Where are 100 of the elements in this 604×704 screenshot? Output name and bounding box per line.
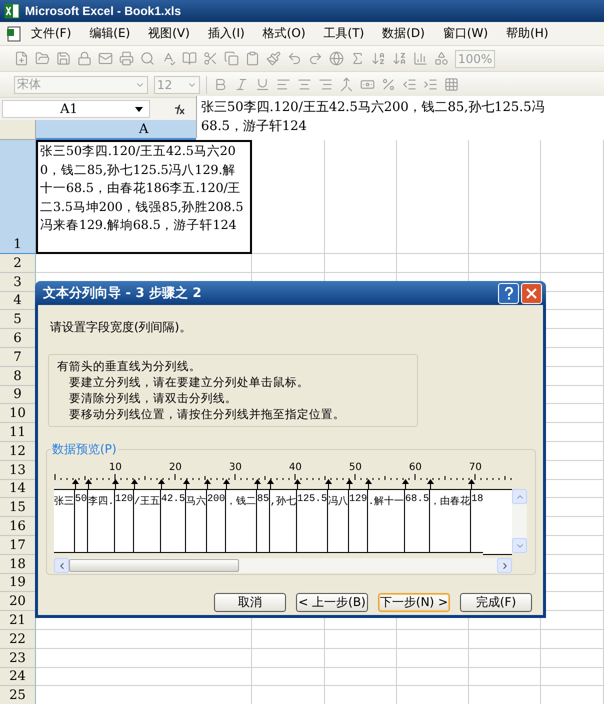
column-break-arrow-icon[interactable] — [267, 479, 274, 489]
column-break-arrow-icon[interactable] — [402, 479, 410, 489]
vertical-scrollbar[interactable] — [512, 489, 527, 553]
column-break-arrow-icon[interactable] — [427, 479, 434, 489]
scroll-right-button[interactable] — [497, 558, 512, 573]
copy-icon[interactable] — [224, 51, 239, 66]
scroll-thumb[interactable] — [69, 559, 239, 572]
empty-cell[interactable] — [397, 140, 469, 254]
column-break-arrow-icon[interactable] — [346, 479, 354, 489]
empty-cell[interactable] — [252, 630, 325, 649]
dialog-button[interactable]: 下一步(N) > — [378, 593, 450, 612]
row-header[interactable]: 17 — [0, 536, 36, 555]
column-break-arrow-icon[interactable] — [468, 479, 476, 489]
empty-cell[interactable] — [252, 648, 325, 668]
empty-cell[interactable] — [252, 140, 325, 254]
column-break-arrow-icon[interactable] — [112, 479, 120, 489]
empty-cell[interactable] — [325, 254, 397, 273]
empty-cell[interactable] — [252, 254, 325, 273]
row-header[interactable]: 11 — [0, 423, 36, 442]
clipboard-icon[interactable] — [245, 51, 260, 66]
row-header[interactable]: 20 — [0, 592, 36, 612]
row-header[interactable]: 10 — [0, 404, 36, 424]
empty-cell[interactable] — [325, 140, 397, 254]
menu-item[interactable]: 编辑(E) — [80, 23, 140, 44]
printer-icon[interactable] — [119, 51, 134, 66]
column-header[interactable]: A — [36, 120, 196, 140]
scroll-down-button[interactable] — [512, 538, 527, 553]
column-break-arrow-icon[interactable] — [294, 479, 302, 489]
globe-icon[interactable] — [329, 51, 344, 66]
dropdown-arrow-icon[interactable] — [135, 106, 143, 112]
row-header[interactable]: 13 — [0, 460, 36, 480]
borders-icon[interactable] — [444, 77, 459, 92]
empty-cell[interactable] — [469, 668, 541, 686]
empty-cell[interactable] — [541, 648, 604, 668]
italic-icon[interactable] — [234, 77, 249, 92]
row-header[interactable]: 3 — [0, 272, 36, 292]
spreadsheet-doc-icon[interactable] — [6, 26, 22, 42]
dialog-button[interactable]: 取消 — [214, 593, 286, 612]
empty-cell[interactable] — [325, 648, 397, 668]
row-header[interactable]: 23 — [0, 648, 36, 668]
name-box[interactable]: A1 — [2, 100, 150, 118]
column-break-arrow-icon[interactable] — [72, 479, 79, 489]
help-button[interactable] — [498, 282, 519, 304]
column-break-arrow-icon[interactable] — [158, 479, 166, 489]
row-header[interactable]: 21 — [0, 611, 36, 630]
menu-item[interactable]: 文件(F) — [22, 23, 80, 44]
menu-item[interactable]: 工具(T) — [314, 23, 374, 44]
select-all-corner[interactable] — [0, 120, 36, 140]
align-right-icon[interactable] — [318, 77, 333, 92]
row-header[interactable]: 14 — [0, 480, 36, 498]
empty-cell[interactable] — [397, 648, 469, 668]
column-break-arrow-icon[interactable] — [365, 479, 372, 489]
scroll-left-button[interactable] — [54, 558, 69, 573]
redo-icon[interactable] — [308, 51, 323, 66]
search-icon[interactable] — [140, 51, 155, 66]
menu-item[interactable]: 视图(V) — [139, 23, 199, 44]
column-break-arrow-icon[interactable] — [131, 479, 138, 489]
selected-cell[interactable]: 张三50李四.120/王五42.5马六200，钱二85,孙七125.5冯八129.解十一68.5，由春花186李五.120/王二3.5马坤200，钱强85,孙胜208.5冯来春129.解垧68.5，游子轩124 — [36, 140, 252, 254]
row-header[interactable]: 7 — [0, 348, 36, 367]
row-header[interactable]: 12 — [0, 442, 36, 461]
row-header[interactable]: 18 — [0, 554, 36, 574]
empty-cell[interactable] — [469, 140, 541, 254]
column-break-arrow-icon[interactable] — [223, 479, 230, 489]
menu-item[interactable]: 格式(O) — [254, 23, 315, 44]
row-header[interactable]: 16 — [0, 517, 36, 536]
outdent-icon[interactable] — [402, 77, 417, 92]
shapes-icon[interactable] — [434, 51, 449, 66]
merge-icon[interactable] — [339, 77, 354, 92]
scroll-up-button[interactable] — [512, 489, 527, 504]
row-header[interactable]: 6 — [0, 329, 36, 348]
undo-icon[interactable] — [287, 51, 302, 66]
row-header[interactable]: 25 — [0, 686, 36, 704]
row-header[interactable]: 5 — [0, 310, 36, 330]
row-header[interactable]: 22 — [0, 630, 36, 649]
dialog-button[interactable]: 完成(F) — [460, 593, 532, 612]
column-break-arrow-icon[interactable] — [254, 479, 262, 489]
lock-icon[interactable] — [77, 51, 92, 66]
cut-icon[interactable] — [203, 51, 218, 66]
new-file-icon[interactable] — [14, 51, 29, 66]
column-break-arrow-icon[interactable] — [85, 479, 92, 489]
mail-icon[interactable] — [98, 51, 113, 66]
empty-cell[interactable] — [325, 668, 397, 686]
empty-cell[interactable] — [397, 254, 469, 273]
align-left-icon[interactable] — [276, 77, 291, 92]
folder-icon[interactable] — [35, 51, 50, 66]
row-header[interactable]: 19 — [0, 574, 36, 592]
empty-cell[interactable] — [397, 630, 469, 649]
paintbrush-icon[interactable] — [266, 51, 281, 66]
indent-icon[interactable] — [423, 77, 438, 92]
row-header[interactable]: 1 — [0, 140, 36, 254]
percent-icon[interactable] — [381, 77, 396, 92]
row-header[interactable]: 8 — [0, 366, 36, 386]
empty-cell[interactable] — [469, 648, 541, 668]
dialog-button[interactable]: < 上一步(B) — [296, 593, 368, 612]
empty-cell[interactable] — [325, 630, 397, 649]
sort-ascending-icon[interactable] — [371, 51, 386, 66]
menu-item[interactable]: 帮助(H) — [497, 23, 558, 44]
empty-cell[interactable] — [541, 668, 604, 686]
horizontal-scrollbar[interactable] — [54, 558, 512, 573]
close-button[interactable] — [521, 282, 542, 304]
